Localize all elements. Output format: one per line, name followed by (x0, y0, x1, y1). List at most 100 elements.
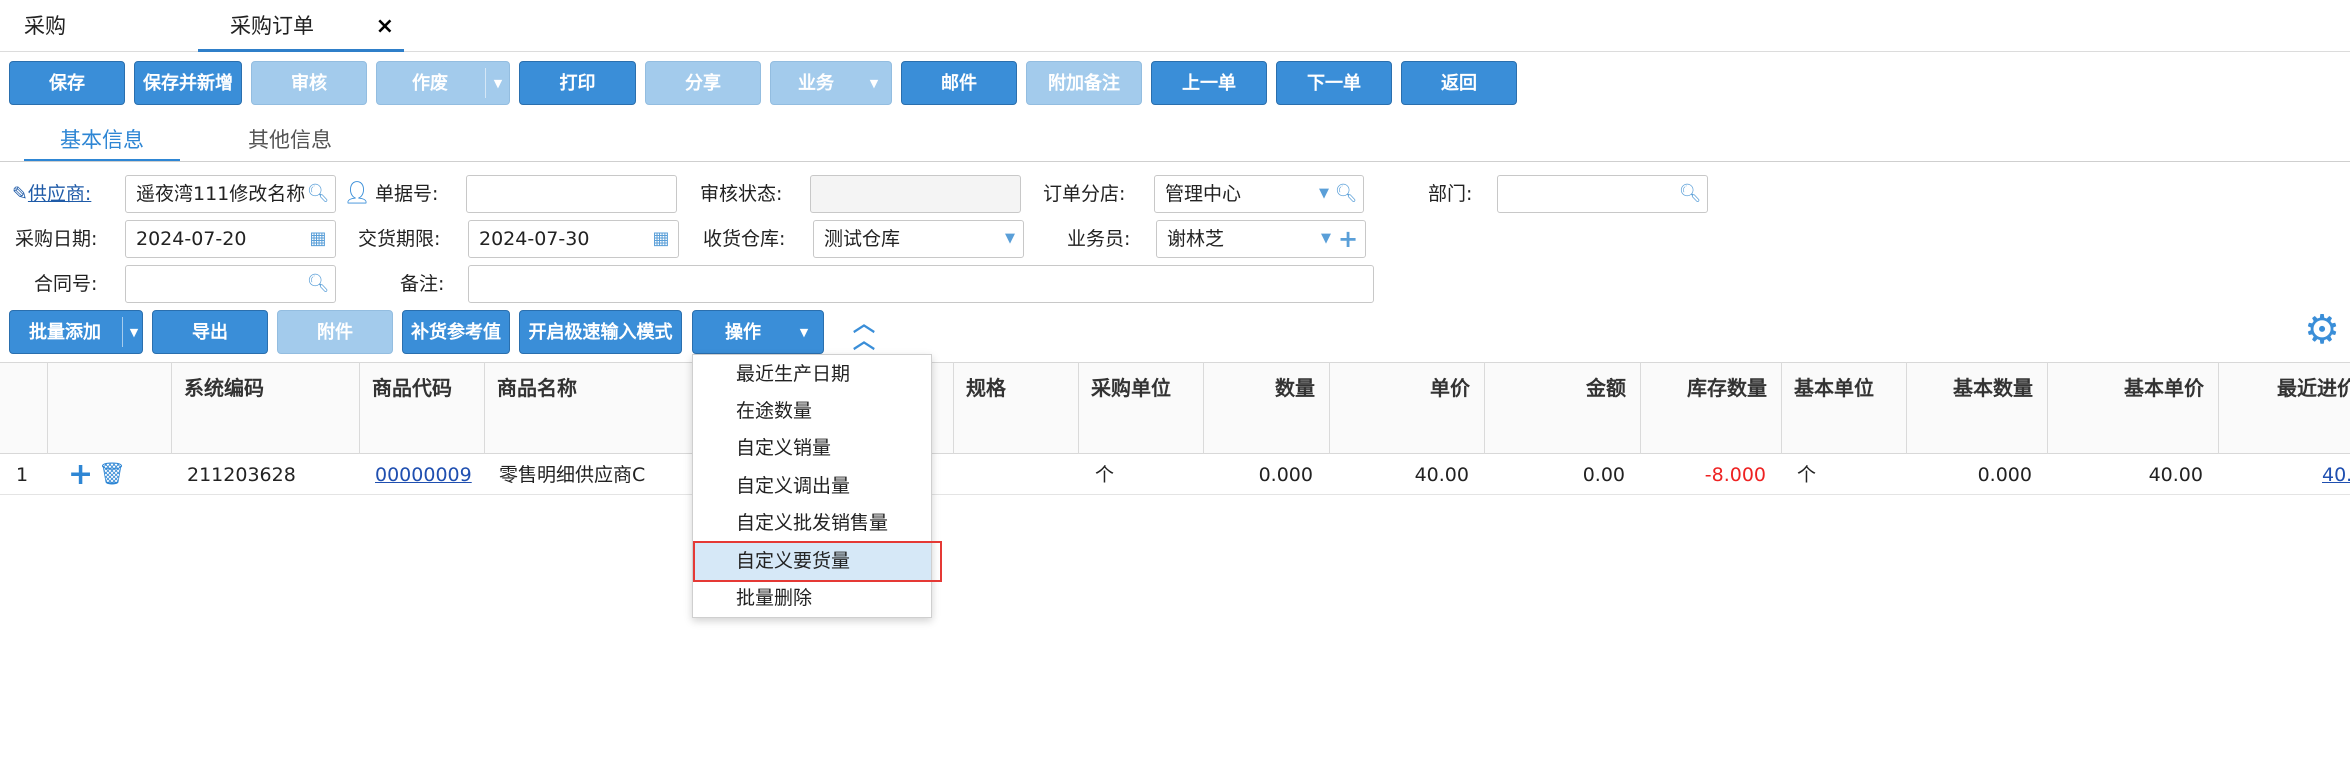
supplier-input[interactable]: 遥夜湾111修改名称 🔍︎ (125, 175, 336, 213)
highlight-box (693, 541, 942, 582)
col-stock[interactable]: 库存数量 (1640, 362, 1781, 454)
back-button[interactable]: 返回 (1401, 61, 1517, 105)
chevron-down-icon[interactable]: ▼ (1321, 221, 1331, 257)
void-button[interactable]: 作废 ▼ (376, 61, 510, 105)
subtab-divider (0, 161, 2350, 162)
close-icon[interactable]: × (376, 0, 394, 54)
mail-button[interactable]: 邮件 (901, 61, 1017, 105)
cell-amount: 0.00 (1582, 464, 1625, 486)
add-user-icon[interactable]: 👤︎ (343, 181, 371, 206)
col-base-price[interactable]: 基本单价 (2047, 362, 2218, 454)
col-qty[interactable]: 数量 (1203, 362, 1329, 454)
collapse-up-icon[interactable]: ︿ ︿ (848, 314, 880, 353)
menu-item-recent-production-date[interactable]: 最近生产日期 (693, 356, 931, 393)
gear-icon[interactable]: ⚙ (2302, 308, 2342, 352)
search-icon[interactable]: 🔍︎ (1677, 176, 1703, 212)
split-divider (485, 68, 486, 98)
col-actions (47, 362, 171, 454)
replenish-button[interactable]: 补货参考值 (402, 310, 510, 354)
audit-status-label: 审核状态: (700, 183, 783, 205)
dept-label: 部门: (1428, 183, 1473, 205)
attach-note-button[interactable]: 附加备注 (1026, 61, 1142, 105)
print-button[interactable]: 打印 (519, 61, 636, 105)
menu-item-custom-sales[interactable]: 自定义销量 (693, 430, 931, 467)
supplier-label[interactable]: ✎供应商: (12, 175, 91, 213)
remark-input[interactable] (468, 265, 1374, 303)
calendar-icon[interactable]: ▦ (648, 221, 674, 257)
warehouse-select[interactable]: 测试仓库 ▼ (813, 220, 1024, 258)
business-button[interactable]: 业务 ▼ (770, 61, 892, 105)
contract-input[interactable]: 🔍︎ (125, 265, 336, 303)
col-price[interactable]: 单价 (1329, 362, 1484, 454)
cell-product-code[interactable]: 00000009 (375, 455, 480, 495)
share-button[interactable]: 分享 (645, 61, 761, 105)
tab-purchase[interactable]: 采购 (0, 0, 198, 52)
delivery-date-input[interactable]: 2024-07-30 ▦ (468, 220, 679, 258)
chevron-down-icon[interactable]: ▼ (1005, 221, 1015, 257)
menu-item-batch-delete[interactable]: 批量删除 (693, 580, 931, 617)
operate-button[interactable]: 操作 ▼ (692, 310, 824, 354)
search-icon[interactable]: 🔍︎ (1333, 176, 1359, 212)
row-index: 1 (16, 464, 29, 486)
col-base-qty[interactable]: 基本数量 (1906, 362, 2047, 454)
tab-other-info[interactable]: 其他信息 (212, 118, 368, 162)
void-label: 作废 (412, 73, 448, 94)
col-amount[interactable]: 金额 (1484, 362, 1640, 454)
fast-input-button[interactable]: 开启极速输入模式 (519, 310, 682, 354)
menu-item-custom-wholesale[interactable]: 自定义批发销售量 (693, 505, 931, 542)
salesman-label: 业务员: (1067, 228, 1131, 250)
branch-label: 订单分店: (1043, 183, 1126, 205)
export-button[interactable]: 导出 (152, 310, 268, 354)
cell-qty[interactable]: 0.000 (1203, 455, 1313, 495)
doc-no-input[interactable] (466, 175, 677, 213)
branch-select[interactable]: 管理中心 ▼ 🔍︎ (1154, 175, 1364, 213)
tab-basic-info[interactable]: 基本信息 (24, 118, 180, 162)
col-last-price[interactable]: 最近进价 (2218, 362, 2350, 454)
calendar-icon[interactable]: ▦ (305, 221, 331, 257)
doc-no-label: 👤︎ 单据号: (343, 181, 439, 206)
salesman-select[interactable]: 谢林芝 ▼ + (1156, 220, 1366, 258)
plus-icon[interactable]: + (1335, 221, 1361, 257)
cell-base-unit: 个 (1797, 464, 1817, 486)
tab-label: 采购订单 (230, 14, 314, 38)
menu-item-in-transit-qty[interactable]: 在途数量 (693, 393, 931, 430)
purchase-order-app: 采购 采购订单 × 保存 保存并新增 审核 作废 ▼ 打印 分享 业务 ▼ 邮件… (0, 0, 2350, 757)
chevron-down-icon[interactable]: ▼ (863, 62, 885, 106)
edit-icon: ✎ (12, 183, 28, 205)
batch-add-button[interactable]: 批量添加 ▼ (9, 310, 143, 354)
col-product-code[interactable]: 商品代码 (359, 362, 484, 454)
cell-base-price: 40.00 (2148, 464, 2203, 486)
attachment-button[interactable]: 附件 (277, 310, 393, 354)
audit-button[interactable]: 审核 (251, 61, 367, 105)
col-spec[interactable]: 规格 (953, 362, 1078, 454)
cell-price[interactable]: 40.00 (1329, 455, 1469, 495)
purchase-date-input[interactable]: 2024-07-20 ▦ (125, 220, 336, 258)
cell-sys-code: 211203628 (187, 464, 296, 486)
dept-input[interactable]: 🔍︎ (1497, 175, 1708, 213)
business-label: 业务 (798, 73, 834, 94)
chevron-down-icon[interactable]: ▼ (123, 311, 145, 355)
cell-spec (968, 455, 1068, 495)
delivery-label: 交货期限: (358, 228, 441, 250)
next-order-button[interactable]: 下一单 (1276, 61, 1392, 105)
col-unit[interactable]: 采购单位 (1078, 362, 1203, 454)
purchase-date-label: 采购日期: (15, 228, 98, 250)
search-icon[interactable]: 🔍︎ (305, 266, 331, 302)
col-sys-code[interactable]: 系统编码 (171, 362, 359, 454)
chevron-down-icon[interactable]: ▼ (1319, 176, 1329, 212)
tab-purchase-order[interactable]: 采购订单 × (198, 0, 404, 52)
cell-stock: -8.000 (1704, 464, 1766, 486)
search-icon[interactable]: 🔍︎ (305, 176, 331, 212)
operate-label: 操作 (725, 322, 761, 343)
save-new-button[interactable]: 保存并新增 (134, 61, 242, 105)
add-row-icon[interactable]: + (68, 455, 93, 495)
chevron-down-icon[interactable]: ▼ (793, 311, 815, 355)
trash-icon[interactable]: 🗑︎ (98, 455, 126, 495)
prev-order-button[interactable]: 上一单 (1151, 61, 1267, 105)
menu-item-custom-transfer-out[interactable]: 自定义调出量 (693, 468, 931, 505)
col-base-unit[interactable]: 基本单位 (1781, 362, 1906, 454)
contract-label: 合同号: (34, 273, 98, 295)
chevron-down-icon[interactable]: ▼ (487, 62, 509, 106)
save-button[interactable]: 保存 (9, 61, 125, 105)
cell-last-price[interactable]: 40. (2322, 455, 2350, 495)
